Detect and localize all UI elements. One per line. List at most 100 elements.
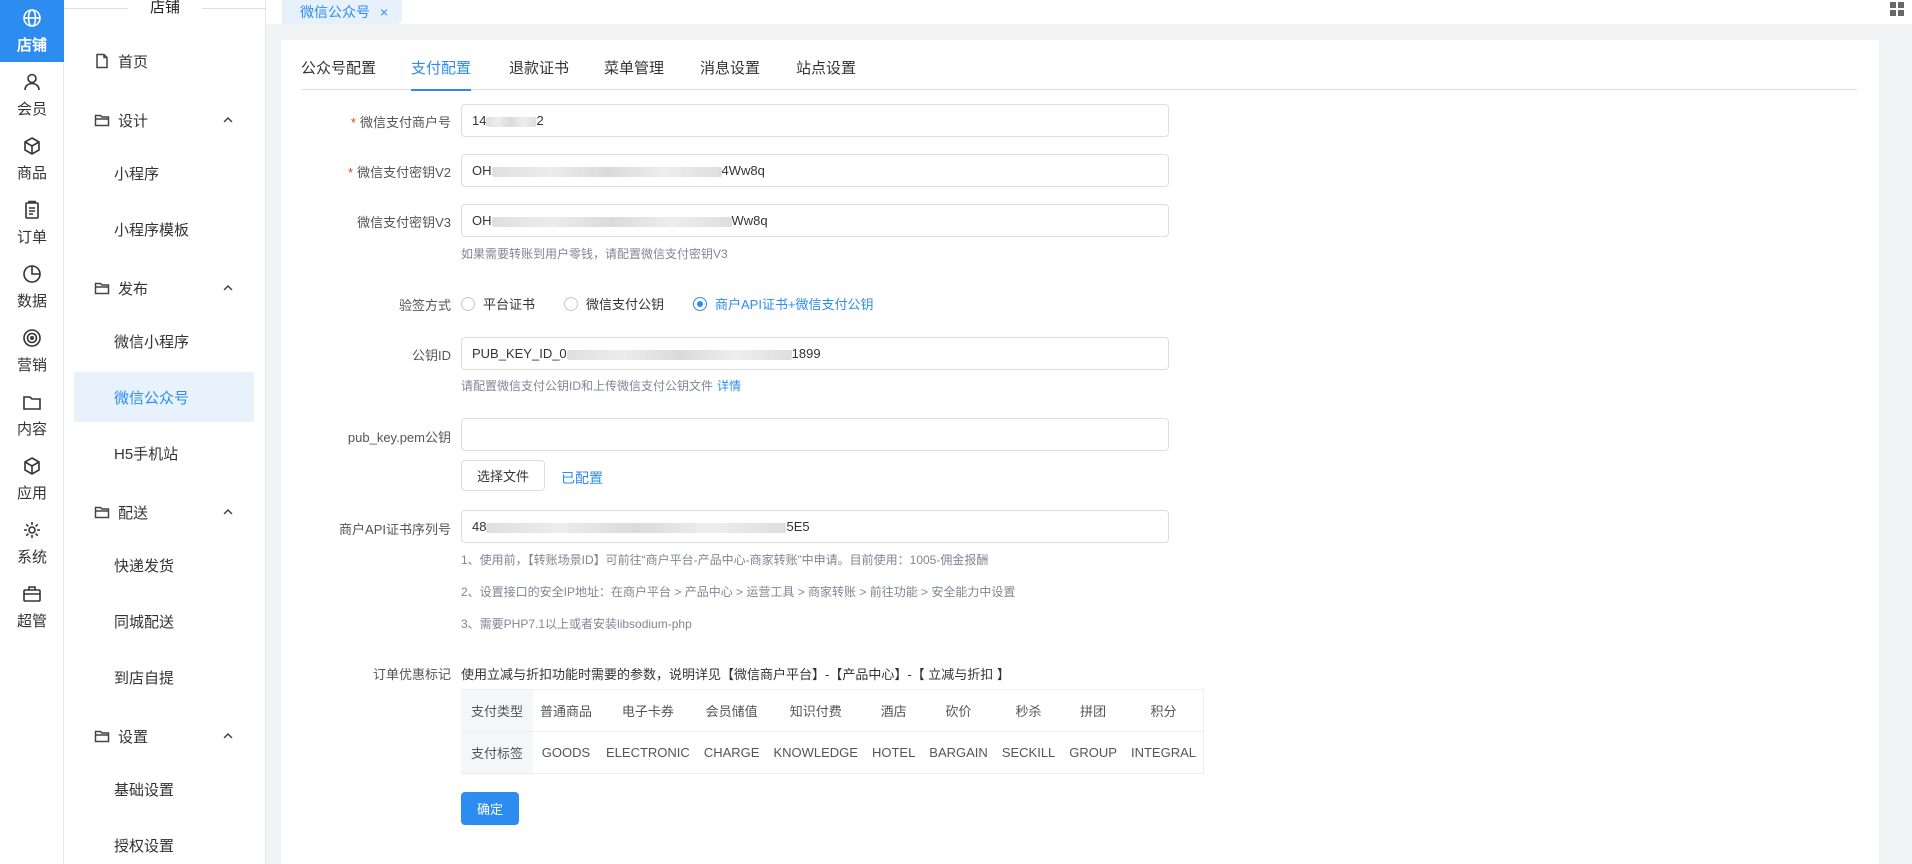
sidebar-item-label: 首页 (118, 53, 149, 71)
configured-status: 已配置 (561, 470, 603, 486)
sidebar-item-label: 快递发货 (114, 557, 175, 575)
sidebar-item-express[interactable]: 快递发货 (74, 540, 254, 590)
rail-item-marketing[interactable]: 营销 (0, 320, 64, 382)
sidebar-item-label: 授权设置 (114, 837, 175, 855)
pem-input[interactable] (461, 418, 1169, 451)
sidebar-item-basic-settings[interactable]: 基础设置 (74, 764, 254, 814)
tab-official-config[interactable]: 公众号配置 (301, 60, 376, 90)
input-value-prefix: OH (472, 213, 492, 228)
folder-icon (94, 506, 110, 519)
sidebar-group-publish[interactable]: 发布 (74, 263, 254, 313)
table-cell: 普通商品 (533, 689, 600, 732)
rail-label: 系统 (16, 548, 47, 566)
radio-platform-cert[interactable]: 平台证书 (461, 294, 535, 313)
rail-item-store[interactable]: 店铺 (0, 0, 64, 62)
input-value-prefix: PUB_KEY_ID_0 (472, 346, 567, 361)
grid-icon[interactable] (1890, 2, 1904, 16)
sidebar-item-auth-settings[interactable]: 授权设置 (74, 820, 254, 864)
redacted-mask (491, 216, 732, 227)
table-cell: 砍价 (922, 689, 995, 732)
rail-item-system[interactable]: 系统 (0, 512, 64, 574)
input-value-prefix: 48 (472, 519, 487, 534)
table-cell: 拼团 (1062, 689, 1124, 732)
table-cell: SECKILL (994, 731, 1063, 774)
key-v3-hint: 如果需要转账到用户零钱，请配置微信支付密钥V3 (461, 247, 728, 261)
label-text: 微信支付商户号 (359, 115, 451, 130)
required-mark: * (348, 165, 354, 180)
table-row: 支付标签 GOODS ELECTRONIC CHARGE KNOWLEDGE H… (461, 731, 1204, 774)
confirm-button[interactable]: 确定 (461, 792, 519, 825)
sidebar-item-local-delivery[interactable]: 同城配送 (74, 596, 254, 646)
store-icon (23, 8, 41, 27)
rail-item-member[interactable]: 会员 (0, 64, 64, 126)
table-cell: 电子卡券 (599, 689, 697, 732)
radio-wechat-pubkey[interactable]: 微信支付公钥 (564, 294, 664, 313)
serial-note-3: 3、需要PHP7.1以上或者安装libsodium-php (461, 617, 692, 631)
sidebar-item-wechat-miniprogram[interactable]: 微信小程序 (74, 316, 254, 366)
input-value-suffix: 4Ww8q (721, 163, 765, 178)
radio-merchant-api-pubkey[interactable]: 商户API证书+微信支付公钥 (693, 294, 874, 313)
rail-item-goods[interactable]: 商品 (0, 128, 64, 190)
key-v3-input[interactable]: OH Ww8q (461, 204, 1169, 237)
sidebar-item-label: 微信公众号 (114, 389, 190, 407)
rail-label: 超管 (16, 612, 47, 630)
icon-rail: 店铺 会员 商品 订单 数据 营销 内容 应用 系统 超管 (0, 0, 64, 864)
sidebar-item-pickup[interactable]: 到店自提 (74, 652, 254, 702)
briefcase-icon (23, 585, 41, 602)
table-cell: INTEGRAL (1123, 731, 1204, 774)
merchant-id-input[interactable]: 14 2 (461, 104, 1169, 137)
discount-description: 使用立减与折扣功能时需要的参数，说明详见【微信商户平台】-【产品中心】-【 立减… (461, 667, 1010, 682)
input-value-suffix: Ww8q (731, 213, 768, 228)
pubkey-id-input[interactable]: PUB_KEY_ID_0 1899 (461, 337, 1169, 370)
sidebar-group-design[interactable]: 设计 (74, 95, 254, 145)
user-icon (24, 73, 40, 90)
chevron-up-icon (223, 116, 233, 123)
table-cell: KNOWLEDGE (766, 731, 865, 774)
sidebar-item-miniprogram-template[interactable]: 小程序模板 (74, 204, 254, 254)
table-cell: ELECTRONIC (599, 731, 697, 774)
rail-item-apps[interactable]: 应用 (0, 448, 64, 510)
tab-refund-cert[interactable]: 退款证书 (509, 60, 569, 90)
tab-message-settings[interactable]: 消息设置 (700, 60, 760, 90)
folder-icon (94, 282, 110, 295)
chevron-up-icon (223, 732, 233, 739)
sidebar-group-label: 设计 (118, 112, 149, 130)
rail-item-content[interactable]: 内容 (0, 384, 64, 446)
sidebar-item-wechat-official[interactable]: 微信公众号 (74, 372, 254, 422)
key-v2-input[interactable]: OH 4Ww8q (461, 154, 1169, 187)
rail-label: 内容 (16, 420, 47, 438)
pubkey-id-hint: 请配置微信支付公钥ID和上传微信支付公钥文件 详情 (461, 377, 741, 394)
chevron-up-icon (223, 508, 233, 515)
sidebar-item-h5[interactable]: H5手机站 (74, 428, 254, 478)
serial-label: 商户API证书序列号 (339, 522, 451, 537)
cube-icon (24, 456, 40, 475)
table-cell: GROUP (1062, 731, 1124, 774)
sidebar-item-home[interactable]: 首页 (74, 36, 254, 86)
tab-payment-config[interactable]: 支付配置 (411, 60, 472, 91)
rail-item-data[interactable]: 数据 (0, 256, 64, 318)
table-row: 支付类型 普通商品 电子卡券 会员储值 知识付费 酒店 砍价 秒杀 拼团 积分 (461, 689, 1204, 732)
sidebar-group-settings[interactable]: 设置 (74, 711, 254, 761)
rail-label: 商品 (16, 164, 47, 182)
serial-note-2: 2、设置接口的安全IP地址：在商户平台 > 产品中心 > 运营工具 > 商家转账… (461, 585, 1016, 599)
tab-site-settings[interactable]: 站点设置 (796, 60, 856, 90)
rail-item-admin[interactable]: 超管 (0, 576, 64, 638)
verify-method-label: 验签方式 (398, 298, 451, 313)
serial-input[interactable]: 48 5E5 (461, 510, 1169, 543)
gear-icon (24, 521, 40, 538)
tab-menu-manage[interactable]: 菜单管理 (604, 60, 664, 90)
key-v3-label: 微信支付密钥V3 (357, 215, 451, 230)
sidebar-item-miniprogram[interactable]: 小程序 (74, 148, 254, 198)
close-icon[interactable]: × (380, 4, 388, 20)
radio-dot (461, 296, 475, 311)
radio-label: 平台证书 (483, 297, 536, 312)
sidebar-item-label: 小程序模板 (114, 221, 190, 239)
page-tab-wechat-official[interactable]: 微信公众号 × (282, 0, 402, 24)
choose-file-button[interactable]: 选择文件 (461, 460, 545, 491)
details-link[interactable]: 详情 (717, 379, 741, 393)
sidebar-group-label: 发布 (118, 280, 149, 298)
sidebar-group-delivery[interactable]: 配送 (74, 487, 254, 537)
rail-item-orders[interactable]: 订单 (0, 192, 64, 254)
config-tabs: 公众号配置 支付配置 退款证书 菜单管理 消息设置 站点设置 (301, 60, 1857, 91)
table-header-cell: 支付标签 (461, 731, 533, 774)
